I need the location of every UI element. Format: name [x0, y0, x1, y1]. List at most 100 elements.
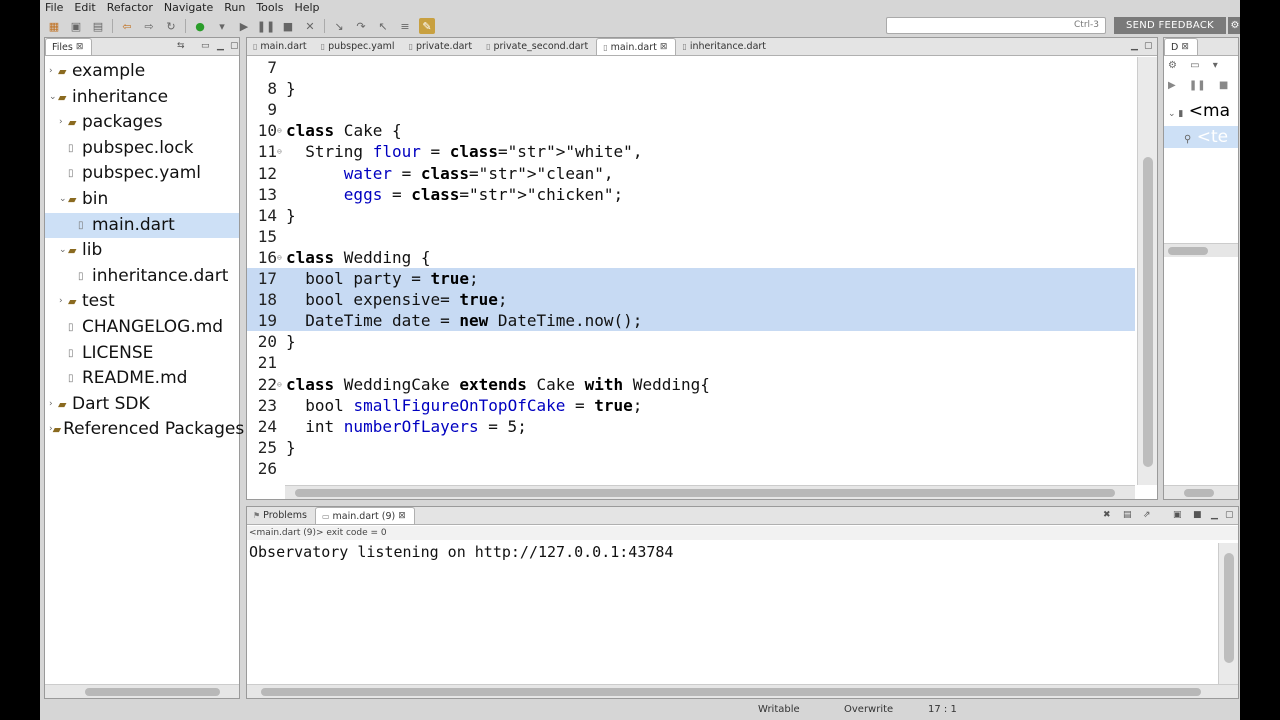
code-line[interactable]: 19 DateTime date = new DateTime.now();: [247, 310, 1135, 332]
step-over-icon[interactable]: ↷: [353, 18, 369, 34]
send-feedback-button[interactable]: SEND FEEDBACK: [1114, 17, 1226, 34]
outline-hscrollbar[interactable]: [1164, 243, 1238, 257]
tab-outline[interactable]: D ⊠: [1164, 38, 1198, 55]
tree-item[interactable]: ▯ LICENSE: [45, 341, 239, 366]
fold-icon[interactable]: ⊖: [277, 120, 282, 141]
code-line[interactable]: 14}: [247, 205, 1135, 226]
tree-item[interactable]: ▯ pubspec.lock: [45, 136, 239, 161]
close-icon[interactable]: ⊠: [76, 42, 84, 52]
maximize-icon[interactable]: ▢: [1144, 41, 1153, 51]
outline-hscrollbar[interactable]: [1164, 485, 1238, 499]
scroll-thumb[interactable]: [1143, 157, 1153, 467]
format-icon[interactable]: ≡: [397, 18, 413, 34]
tree-item[interactable]: › ▰ packages: [45, 110, 239, 135]
console-tab[interactable]: ▭ main.dart (9) ⊠: [314, 507, 415, 524]
tree-item[interactable]: ⌄ ▰ inheritance: [45, 85, 239, 110]
sort-icon[interactable]: ⚙: [1168, 60, 1177, 71]
tree-item[interactable]: ▯ pubspec.yaml: [45, 161, 239, 186]
display-icon[interactable]: ▤: [1123, 510, 1132, 520]
menu-icon[interactable]: ▾: [1213, 60, 1218, 71]
clear-icon[interactable]: ✖: [1103, 510, 1111, 520]
code-line[interactable]: 17 bool party = true;: [247, 268, 1135, 289]
tree-item[interactable]: › ▰ example: [45, 59, 239, 84]
code-line[interactable]: 11 ⊖ String flour = class="str">"white",: [247, 141, 1135, 162]
new-icon[interactable]: ▦: [46, 18, 62, 34]
tree-item[interactable]: › ▰ test: [45, 289, 239, 314]
code-line[interactable]: 13 eggs = class="str">"chicken";: [247, 184, 1135, 205]
step-return-icon[interactable]: ↖: [375, 18, 391, 34]
close-icon[interactable]: ⊠: [1181, 42, 1189, 52]
stop-icon[interactable]: ■: [1219, 80, 1228, 91]
code-line[interactable]: 9: [247, 99, 1135, 120]
code-line[interactable]: 20}: [247, 331, 1135, 352]
fold-icon[interactable]: ⊖: [277, 141, 282, 162]
save-all-icon[interactable]: ▤: [90, 18, 106, 34]
minimize-icon[interactable]: ▁: [1211, 510, 1218, 520]
expand-arrow-icon[interactable]: ›: [49, 59, 58, 84]
save-icon[interactable]: ▣: [68, 18, 84, 34]
scroll-thumb[interactable]: [1224, 553, 1234, 663]
code-line[interactable]: 7: [247, 57, 1135, 78]
expand-arrow-icon[interactable]: ›: [59, 289, 68, 314]
console-vscrollbar[interactable]: [1218, 543, 1238, 684]
expand-arrow-icon[interactable]: ⌄: [59, 187, 68, 212]
refresh-icon[interactable]: ↻: [163, 18, 179, 34]
editor-tab[interactable]: ▯ main.dart ⊠: [596, 38, 677, 55]
link-editor-icon[interactable]: ⇆: [177, 41, 185, 51]
console-tab[interactable]: ⚑ Problems: [247, 507, 315, 524]
code-line[interactable]: 23 bool smallFigureOnTopOfCake = true;: [247, 395, 1135, 416]
code-line[interactable]: 15: [247, 226, 1135, 247]
open-console-icon[interactable]: ▣: [1173, 510, 1182, 520]
tree-item[interactable]: › ▰ Referenced Packages: [45, 417, 244, 442]
files-hscrollbar[interactable]: [45, 684, 239, 698]
pin-icon[interactable]: ⇗: [1143, 510, 1151, 520]
step-into-icon[interactable]: ↘: [331, 18, 347, 34]
menu-refactor[interactable]: Refactor: [102, 1, 159, 14]
maximize-icon[interactable]: ▢: [230, 41, 239, 51]
back-icon[interactable]: ⇦: [119, 18, 135, 34]
forward-icon[interactable]: ⇨: [141, 18, 157, 34]
collapse-icon[interactable]: ▭: [201, 41, 210, 51]
pause-icon[interactable]: ❚❚: [1189, 80, 1206, 91]
tree-item[interactable]: ⌄ ▰ bin: [45, 187, 239, 212]
scroll-thumb[interactable]: [261, 688, 1201, 696]
resume-icon[interactable]: ▶: [236, 18, 252, 34]
fold-icon[interactable]: ⊖: [277, 247, 282, 268]
suspend-icon[interactable]: ❚❚: [257, 18, 275, 34]
code-line[interactable]: 16 ⊖ class Wedding {: [247, 247, 1135, 268]
code-line[interactable]: 21: [247, 352, 1135, 373]
maximize-icon[interactable]: ▢: [1225, 510, 1234, 520]
highlight-icon[interactable]: ✎: [419, 18, 435, 34]
code-line[interactable]: 10 ⊖ class Cake {: [247, 120, 1135, 141]
expand-arrow-icon[interactable]: ⌄: [49, 85, 58, 110]
tree-item[interactable]: ⌄ ▰ lib: [45, 238, 239, 263]
editor-tab[interactable]: ▯ inheritance.dart: [676, 38, 774, 55]
close-icon[interactable]: ⊠: [660, 42, 668, 52]
menu-navigate[interactable]: Navigate: [159, 1, 219, 14]
tree-item[interactable]: ▯ README.md: [45, 366, 239, 391]
tree-item[interactable]: ▯ main.dart: [45, 212, 239, 238]
editor-hscrollbar[interactable]: [285, 485, 1135, 499]
tab-files[interactable]: Files ⊠: [45, 38, 93, 55]
minimize-icon[interactable]: ▁: [217, 41, 224, 51]
play-icon[interactable]: ▶: [1168, 80, 1176, 91]
terminate-icon[interactable]: ■: [280, 18, 296, 34]
editor-tab[interactable]: ▯ private.dart: [403, 38, 481, 55]
code-line[interactable]: 18 bool expensive= true;: [247, 289, 1135, 311]
fold-icon[interactable]: ⊖: [277, 374, 282, 395]
run-icon[interactable]: ●: [192, 18, 208, 34]
code-line[interactable]: 26: [247, 458, 1135, 479]
wrench-icon[interactable]: ⚙: [1228, 17, 1240, 34]
console-hscrollbar[interactable]: [247, 684, 1238, 698]
quick-access-input[interactable]: Ctrl-3: [886, 17, 1106, 34]
run-dropdown-icon[interactable]: ▾: [214, 18, 230, 34]
filter-icon[interactable]: ▭: [1190, 60, 1199, 71]
scroll-thumb[interactable]: [85, 688, 220, 696]
menu-tools[interactable]: Tools: [251, 1, 289, 14]
disconnect-icon[interactable]: ✕: [302, 18, 318, 34]
editor-vscrollbar[interactable]: [1137, 57, 1157, 485]
scroll-thumb[interactable]: [1184, 489, 1214, 497]
tree-item[interactable]: ▯ inheritance.dart: [45, 264, 239, 289]
expand-arrow-icon[interactable]: ›: [59, 110, 68, 135]
menu-file[interactable]: File: [40, 1, 69, 14]
